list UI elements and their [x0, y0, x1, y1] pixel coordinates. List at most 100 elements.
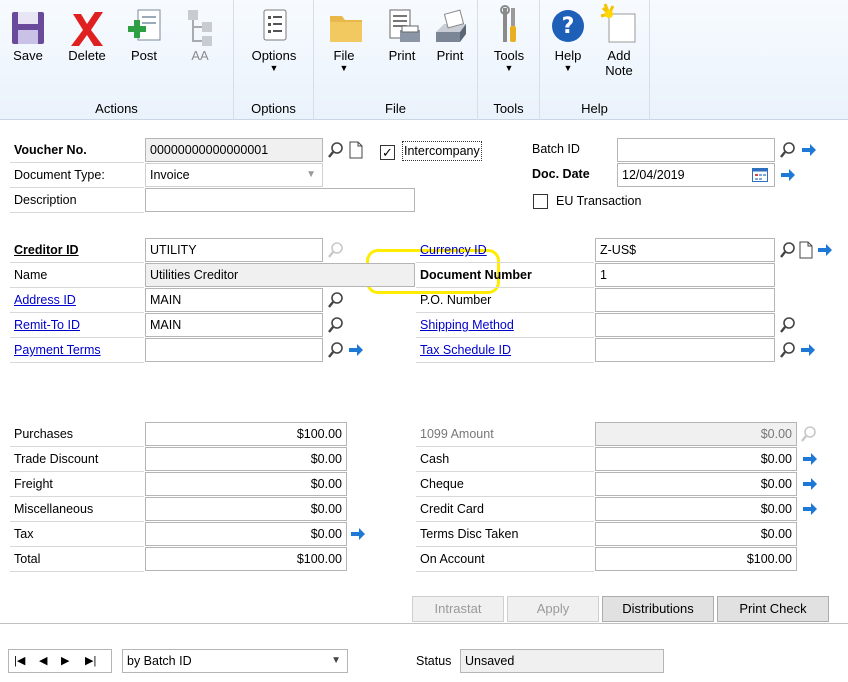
tax-schedule-id-field[interactable] [595, 338, 775, 362]
creditor-id-field[interactable]: UTILITY [145, 238, 323, 262]
last-record-button[interactable]: ▶| [85, 654, 96, 667]
intrastat-button[interactable]: Intrastat [412, 596, 504, 622]
purchases-label: Purchases [10, 423, 144, 447]
post-icon [124, 2, 164, 48]
purchases-field[interactable]: $100.00 [145, 422, 347, 446]
status-label: Status [416, 654, 452, 668]
file-button[interactable]: File ▼ [326, 2, 362, 73]
lookup-icon[interactable] [327, 316, 345, 334]
shipping-method-link[interactable]: Shipping Method [416, 314, 594, 338]
print-button[interactable]: Print [428, 2, 472, 63]
arrow-right-icon[interactable] [816, 241, 834, 259]
new-document-icon[interactable] [347, 141, 365, 159]
options-button[interactable]: Options ▼ [246, 2, 302, 73]
intercompany-label: Intercompany [402, 141, 482, 161]
lookup-icon[interactable] [327, 241, 345, 259]
payment-terms-link[interactable]: Payment Terms [10, 339, 144, 363]
post-button[interactable]: Post [124, 2, 164, 63]
arrow-right-icon[interactable] [801, 500, 819, 518]
distributions-button[interactable]: Distributions [602, 596, 714, 622]
po-number-field[interactable] [595, 288, 775, 312]
freight-field[interactable]: $0.00 [145, 472, 347, 496]
save-icon [8, 2, 48, 48]
print-check-button[interactable]: Print Check [717, 596, 829, 622]
miscellaneous-field[interactable]: $0.00 [145, 497, 347, 521]
currency-id-field[interactable]: Z-US$ [595, 238, 775, 262]
tax-schedule-id-link[interactable]: Tax Schedule ID [416, 339, 594, 363]
ribbon-group-help: ? Help ▼ Add Note Help [540, 0, 650, 120]
arrow-right-icon[interactable] [801, 450, 819, 468]
document-number-field[interactable]: 1 [595, 263, 775, 287]
delete-button[interactable]: Delete [62, 2, 112, 63]
creditor-id-label[interactable]: Creditor ID [10, 239, 144, 263]
remit-to-id-field[interactable]: MAIN [145, 313, 323, 337]
intercompany-checkbox[interactable]: ✓ [380, 145, 395, 160]
currency-id-link[interactable]: Currency ID [416, 239, 594, 263]
tax-label: Tax [10, 523, 144, 547]
remit-to-id-link[interactable]: Remit-To ID [10, 314, 144, 338]
help-button[interactable]: ? Help ▼ [546, 2, 590, 73]
arrow-right-icon[interactable] [347, 341, 365, 359]
previous-record-button[interactable]: ◀ [39, 654, 47, 667]
terms-disc-taken-field[interactable]: $0.00 [595, 522, 797, 546]
lookup-icon[interactable] [327, 141, 345, 159]
save-button[interactable]: Save [6, 2, 50, 63]
description-field[interactable] [145, 188, 415, 212]
apply-button[interactable]: Apply [507, 596, 599, 622]
lookup-icon[interactable] [779, 316, 797, 334]
ribbon-group-options: Options ▼ Options [234, 0, 314, 120]
amount-1099-field: $0.00 [595, 422, 797, 446]
post-label: Post [130, 48, 157, 63]
add-note-button[interactable]: Add Note [596, 2, 642, 78]
cheque-field[interactable]: $0.00 [595, 472, 797, 496]
cash-label: Cash [416, 448, 594, 472]
description-label: Description [10, 189, 144, 213]
sort-by-value: by Batch ID [127, 654, 192, 668]
credit-card-label: Credit Card [416, 498, 594, 522]
aa-button[interactable]: AA [180, 2, 220, 63]
document-type-select[interactable]: Invoice ▼ [145, 163, 323, 187]
tools-label: Tools [493, 48, 525, 63]
doc-date-label: Doc. Date [532, 167, 590, 181]
payment-terms-field[interactable] [145, 338, 323, 362]
lookup-icon[interactable] [327, 291, 345, 309]
batch-id-field[interactable] [617, 138, 775, 162]
arrow-right-icon[interactable] [800, 141, 818, 159]
delete-icon [67, 2, 107, 48]
credit-card-field[interactable]: $0.00 [595, 497, 797, 521]
freight-label: Freight [10, 473, 144, 497]
print-document-button[interactable]: Print [380, 2, 424, 63]
arrow-right-icon[interactable] [801, 475, 819, 493]
lookup-icon[interactable] [779, 341, 797, 359]
total-label: Total [10, 548, 144, 572]
document-type-label: Document Type: [10, 164, 144, 188]
arrow-right-icon[interactable] [349, 525, 367, 543]
add-note-label: Add Note [605, 48, 633, 78]
lookup-icon[interactable] [327, 341, 345, 359]
doc-date-field[interactable]: 12/04/2019 [617, 163, 775, 187]
chevron-down-icon: ▼ [339, 63, 349, 73]
tools-button[interactable]: Tools ▼ [486, 2, 532, 73]
arrow-right-icon[interactable] [779, 166, 797, 184]
next-record-button[interactable]: ▶ [61, 654, 69, 667]
arrow-right-icon[interactable] [799, 341, 817, 359]
sort-by-select[interactable]: by Batch ID ▼ [122, 649, 348, 673]
cash-field[interactable]: $0.00 [595, 447, 797, 471]
address-id-field[interactable]: MAIN [145, 288, 323, 312]
eu-transaction-checkbox[interactable] [533, 194, 548, 209]
name-field[interactable]: Utilities Creditor [145, 263, 415, 287]
lookup-icon[interactable] [779, 241, 797, 259]
tax-field[interactable]: $0.00 [145, 522, 347, 546]
aa-label: AA [191, 48, 209, 63]
calendar-icon[interactable] [752, 168, 768, 182]
voucher-no-field[interactable]: 00000000000000001 [145, 138, 323, 162]
expand-icon[interactable] [800, 425, 818, 443]
trade-discount-field[interactable]: $0.00 [145, 447, 347, 471]
shipping-method-field[interactable] [595, 313, 775, 337]
help-label: Help [554, 48, 582, 63]
first-record-button[interactable]: |◀ [14, 654, 25, 667]
new-document-icon[interactable] [797, 241, 815, 259]
lookup-icon[interactable] [779, 141, 797, 159]
address-id-link[interactable]: Address ID [10, 289, 144, 313]
group-label-actions: Actions [95, 101, 138, 116]
